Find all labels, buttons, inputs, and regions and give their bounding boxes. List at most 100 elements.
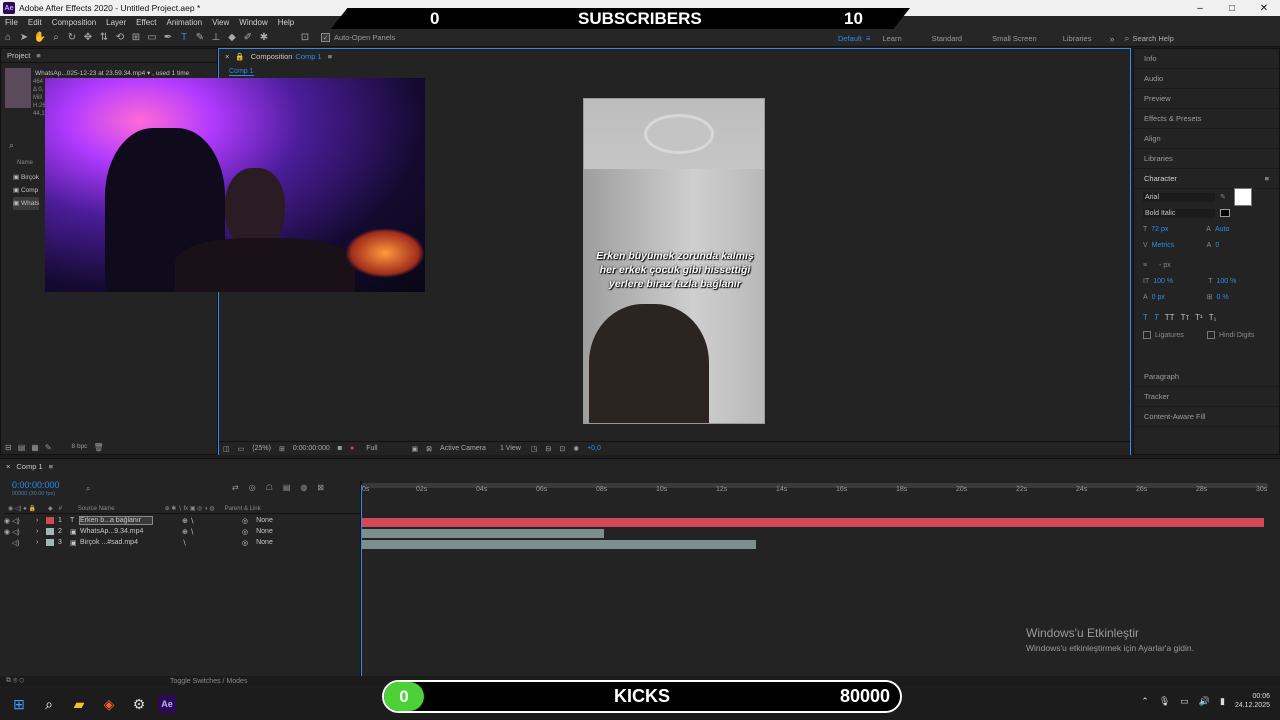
type-tool-icon[interactable]: T — [177, 31, 191, 45]
expand-icon[interactable]: › — [36, 528, 46, 535]
hand-tool-icon[interactable]: ✋ — [33, 31, 47, 45]
parent-dropdown[interactable]: None — [256, 517, 273, 524]
orbit-tool-icon[interactable]: ↻ — [65, 31, 79, 45]
exposure-value[interactable]: +0,0 — [587, 445, 601, 452]
interpret-footage-icon[interactable]: ⊟ — [5, 443, 12, 452]
workspace-learn[interactable]: Learn — [882, 34, 901, 43]
label-column-icon[interactable]: ◆ — [48, 505, 53, 512]
layer-name[interactable]: Erken b...a bağlanır — [79, 516, 153, 525]
camera-dropdown[interactable]: Active Camera — [440, 445, 486, 452]
panel-menu-icon[interactable]: ≡ — [49, 462, 53, 471]
search-help-input[interactable]: Search Help — [1133, 34, 1174, 43]
layer-switches[interactable]: ∖ — [182, 539, 242, 547]
layer-row[interactable]: ◁) › 3 ▣ Birçok ...#sad.mp4 ∖ ◎ None — [4, 537, 356, 548]
menu-edit[interactable]: Edit — [28, 18, 42, 27]
project-item[interactable]: ▣ Whats — [13, 197, 40, 210]
new-folder-icon[interactable]: ▤ — [18, 443, 26, 452]
project-item[interactable]: ▣ Comp — [13, 184, 39, 197]
panel-info[interactable]: Info — [1134, 49, 1279, 69]
expand-icon[interactable]: › — [36, 517, 46, 524]
timeline-search-icon[interactable]: ⌕ — [86, 484, 90, 494]
delete-icon[interactable]: 🗑 — [93, 443, 103, 452]
clock[interactable]: 00:06 24.12.2025 — [1235, 692, 1270, 710]
pan-tool-icon[interactable]: ✥ — [81, 31, 95, 45]
clone-stamp-tool-icon[interactable]: ⊥ — [209, 31, 223, 45]
parent-dropdown[interactable]: None — [256, 528, 273, 535]
font-family-dropdown[interactable]: Arial — [1143, 192, 1215, 202]
layer-switches[interactable]: ⊕ ∖ — [182, 528, 242, 536]
playhead-line[interactable] — [361, 485, 362, 677]
pan-behind-tool-icon[interactable]: ⊞ — [129, 31, 143, 45]
hindi-digits-checkbox[interactable] — [1207, 331, 1215, 339]
zoom-dropdown[interactable]: (25%) — [252, 445, 271, 452]
layer-label-color[interactable] — [46, 539, 54, 546]
tray-overflow-icon[interactable]: ⌃ — [1141, 696, 1149, 707]
mask-visibility-icon[interactable]: ▭ — [238, 445, 245, 453]
brush-tool-icon[interactable]: ✎ — [193, 31, 207, 45]
flowchart-icon[interactable]: ⊡ — [559, 445, 565, 453]
layer-name[interactable]: Birçok ...#sad.mp4 — [80, 539, 152, 546]
composition-frame[interactable]: Erken büyümek zorunda kalmış her erkek ç… — [583, 98, 765, 424]
color-channel-icon[interactable]: ● — [350, 445, 354, 452]
faux-italic-button[interactable]: T — [1154, 313, 1159, 322]
roto-brush-tool-icon[interactable]: ✐ — [241, 31, 255, 45]
all-caps-button[interactable]: TT — [1165, 313, 1175, 322]
workspace-default[interactable]: Default — [838, 34, 862, 43]
tracking-value[interactable]: 0 — [1215, 242, 1219, 249]
layer-name[interactable]: WhatsAp...9.34.mp4 — [80, 528, 152, 535]
after-effects-taskbar-icon[interactable]: Ae — [158, 695, 176, 713]
panel-menu-icon[interactable]: ≡ — [1265, 174, 1269, 183]
views-dropdown[interactable]: 1 View — [500, 445, 521, 452]
home-icon[interactable]: ⌂ — [1, 31, 15, 45]
zoom-tool-icon[interactable]: ⌕ — [49, 31, 63, 45]
menu-help[interactable]: Help — [278, 18, 294, 27]
puppet-tool-icon[interactable]: ✱ — [257, 31, 271, 45]
minimize-button[interactable]: – — [1184, 0, 1216, 16]
panel-menu-icon[interactable]: ≡ — [36, 51, 40, 60]
stroke-color-swatch[interactable] — [1220, 209, 1230, 217]
battery-icon[interactable]: ▮ — [1220, 696, 1225, 707]
new-comp-icon[interactable]: ▦ — [31, 443, 39, 452]
panel-libraries[interactable]: Libraries — [1134, 149, 1279, 169]
font-style-dropdown[interactable]: Bold Italic — [1143, 208, 1215, 218]
pickwhip-icon[interactable]: ◎ — [242, 517, 248, 525]
layer-visibility-icon[interactable]: ◉ ◁) — [4, 528, 36, 536]
layer-bar-bircok[interactable] — [362, 540, 756, 549]
panel-effects-presets[interactable]: Effects & Presets — [1134, 109, 1279, 129]
project-settings-icon[interactable]: ✎ — [45, 443, 52, 452]
eyedropper-icon[interactable]: ✎ — [1220, 193, 1226, 201]
rotate-tool-icon[interactable]: ⟲ — [113, 31, 127, 45]
lock-icon[interactable]: 🔒 — [235, 52, 244, 61]
video-caption[interactable]: Erken büyümek zorunda kalmış her erkek ç… — [584, 249, 764, 291]
network-icon[interactable]: ▭ — [1180, 696, 1189, 707]
close-panel-icon[interactable]: × — [225, 52, 229, 61]
layer-row[interactable]: ◉ ◁) › 2 ▣ WhatsAp...9.34.mp4 ⊕ ∖ ◎ None — [4, 526, 356, 537]
snapping-icon[interactable]: ⊡ — [298, 31, 312, 45]
tsume-value[interactable]: 0 % — [1217, 294, 1229, 301]
graph-editor-icon[interactable]: ⊠ — [317, 483, 324, 492]
windows-start-icon[interactable]: ⊞ — [8, 693, 30, 715]
project-tab[interactable]: Project — [7, 51, 30, 60]
close-panel-icon[interactable]: × — [6, 462, 10, 471]
layer-visibility-icon[interactable]: ◁) — [4, 539, 36, 547]
rectangle-tool-icon[interactable]: ▭ — [145, 31, 159, 45]
region-of-interest-icon[interactable]: ▣ — [412, 445, 419, 453]
fill-color-swatch[interactable] — [1233, 188, 1252, 206]
composition-name[interactable]: Comp 1 — [295, 52, 321, 61]
switches-column-icons[interactable]: ⊕ ✱ ∖ fx ▣ ◎ ◑ ◍ — [165, 505, 215, 512]
stroke-width-value[interactable]: - px — [1159, 262, 1171, 269]
menu-file[interactable]: File — [5, 18, 18, 27]
shy-layers-icon[interactable]: ☖ — [266, 483, 273, 492]
layer-label-color[interactable] — [46, 528, 54, 535]
maximize-button[interactable]: □ — [1216, 0, 1248, 16]
layer-switches[interactable]: ⊕ ∖ — [182, 517, 242, 525]
workspace-menu-icon[interactable]: ≡ — [866, 34, 871, 43]
panel-align[interactable]: Align — [1134, 129, 1279, 149]
workspace-small-screen[interactable]: Small Screen — [992, 34, 1037, 43]
visibility-column-icon[interactable]: ◉ ◁) ● 🔒 — [8, 505, 36, 512]
expand-icon[interactable]: › — [36, 539, 46, 546]
menu-window[interactable]: Window — [239, 18, 267, 27]
baseline-shift-value[interactable]: 0 px — [1152, 294, 1207, 301]
pen-tool-icon[interactable]: ✒ — [161, 31, 175, 45]
grid-icon[interactable]: ⊞ — [279, 445, 285, 453]
